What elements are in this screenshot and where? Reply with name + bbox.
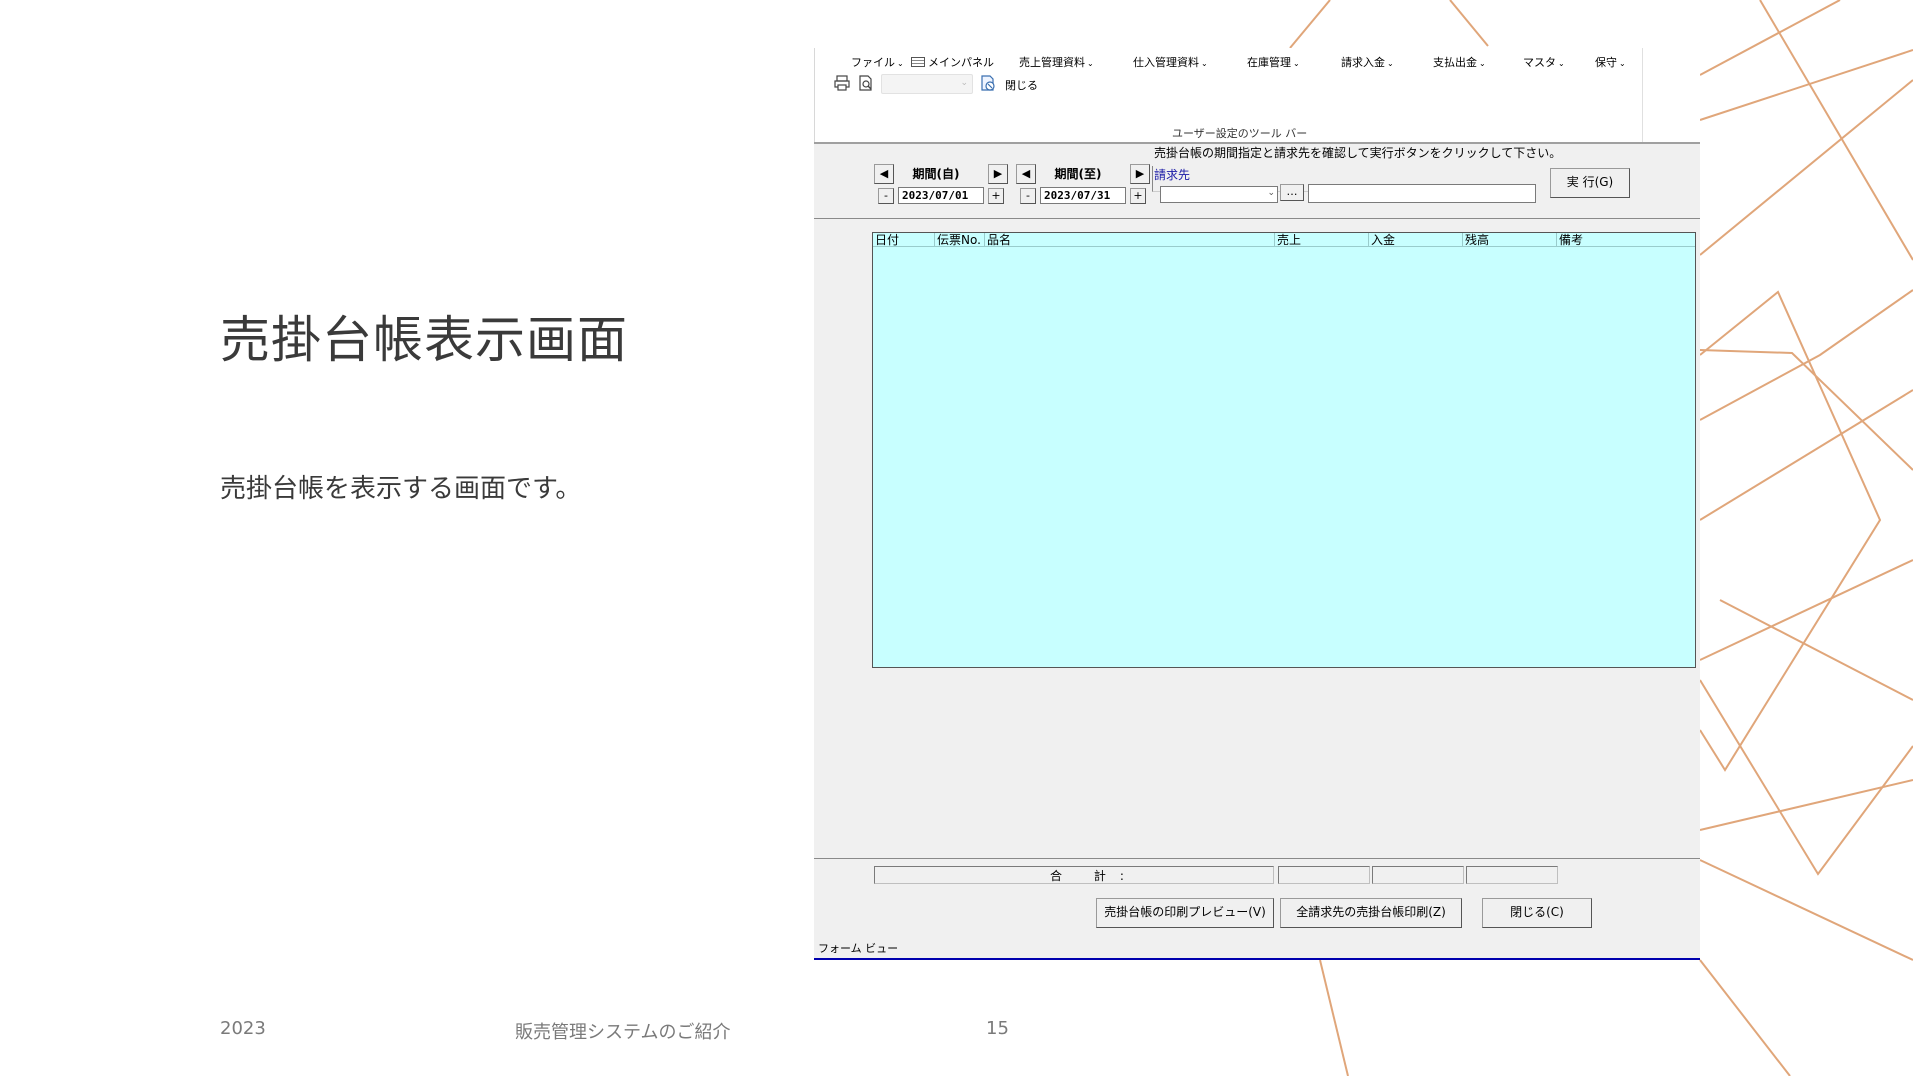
menu-sales-docs[interactable]: 売上管理資料 ⌄ — [1019, 54, 1094, 70]
customer-browse-button[interactable]: … — [1280, 184, 1304, 201]
footer-year: 2023 — [220, 1018, 266, 1039]
period-to-label: 期間(至) — [1054, 167, 1102, 181]
period-from-field[interactable]: 2023/07/01 — [898, 187, 984, 204]
chevron-down-icon: ⌄ — [1087, 59, 1094, 68]
footer-text: 販売管理システムのご紹介 — [515, 1022, 731, 1043]
close-button[interactable]: 閉じる(C) — [1482, 898, 1592, 928]
triangle-left-icon: ◀ — [879, 167, 889, 180]
triangle-right-icon: ▶ — [1135, 167, 1145, 180]
period-from-plus-button[interactable]: + — [988, 188, 1004, 204]
slide-body: 売掛台帳を表示する画面です。 — [220, 474, 582, 504]
total-label: 合 計: — [1050, 869, 1138, 883]
period-to-field[interactable]: 2023/07/31 — [1040, 187, 1126, 204]
period-from-prev-button[interactable]: ◀ — [874, 164, 894, 184]
menu-purchase-docs[interactable]: 仕入管理資料 ⌄ — [1133, 54, 1208, 70]
header-separator — [814, 218, 1700, 219]
chevron-down-icon: ⌄ — [897, 59, 904, 68]
triangle-left-icon: ◀ — [1021, 167, 1031, 180]
customer-label: 請求先 — [1154, 168, 1191, 182]
total-payment-field — [1372, 866, 1464, 884]
period-to-minus-button[interactable]: - — [1020, 188, 1036, 204]
customer-name-field[interactable] — [1308, 184, 1536, 203]
menu-master[interactable]: マスタ ⌄ — [1523, 54, 1565, 70]
menu-inventory[interactable]: 在庫管理 ⌄ — [1247, 54, 1300, 70]
menu-main-panel[interactable]: メインパネル — [911, 54, 994, 70]
period-to-next-button[interactable]: ▶ — [1130, 164, 1150, 184]
col-date: 日付 — [873, 233, 935, 247]
customer-combo[interactable]: ⌄ — [1160, 186, 1278, 203]
print-all-button[interactable]: 全請求先の売掛台帳印刷(Z) — [1280, 898, 1462, 928]
footer-separator — [814, 858, 1700, 859]
print-preview-icon[interactable] — [857, 74, 875, 92]
period-from-next-button[interactable]: ▶ — [988, 164, 1008, 184]
slide-title: 売掛台帳表示画面 — [220, 311, 628, 369]
page-number: 15 — [986, 1018, 1009, 1039]
toolbar-combo: ⌄ — [881, 74, 973, 94]
close-doc-icon[interactable] — [979, 74, 997, 92]
menu-file[interactable]: ファイル ⌄ — [851, 54, 904, 70]
total-sales-field — [1278, 866, 1370, 884]
period-to-plus-button[interactable]: + — [1130, 188, 1146, 204]
period-from-label: 期間(自) — [912, 167, 960, 181]
chevron-down-icon: ⌄ — [1267, 188, 1275, 198]
total-balance-field — [1466, 866, 1558, 884]
menu-maintenance[interactable]: 保守 ⌄ — [1595, 54, 1626, 70]
ledger-grid[interactable]: 日付 伝票No. 品名 売上 入金 残高 備考 — [872, 232, 1696, 668]
ribbon-group-label: ユーザー設定のツール バー — [1172, 127, 1308, 140]
menu-payment[interactable]: 支払出金 ⌄ — [1433, 54, 1486, 70]
chevron-down-icon: ⌄ — [1619, 59, 1626, 68]
ribbon-empty-area — [1642, 48, 1700, 142]
chevron-down-icon: ⌄ — [1293, 59, 1300, 68]
col-balance: 残高 — [1463, 233, 1557, 247]
panel-icon — [911, 57, 925, 67]
triangle-right-icon: ▶ — [993, 167, 1003, 180]
col-remarks: 備考 — [1559, 233, 1584, 247]
app-window: ファイル ⌄ メインパネル 売上管理資料 ⌄ 仕入管理資料 ⌄ 在庫管理 ⌄ 請求入金 ⌄… — [814, 48, 1700, 960]
period-from-minus-button[interactable]: - — [878, 188, 894, 204]
chevron-down-icon: ⌄ — [1201, 59, 1208, 68]
toolbar-close-label[interactable]: 閉じる — [1005, 77, 1038, 93]
col-slip-no: 伝票No. — [935, 233, 985, 247]
status-bar: フォーム ビュー — [814, 936, 1700, 958]
chevron-down-icon: ⌄ — [1479, 59, 1486, 68]
run-button[interactable]: 実 行(G) — [1550, 168, 1630, 198]
col-item-name: 品名 — [985, 233, 1275, 247]
printer-icon[interactable] — [833, 74, 851, 92]
chevron-down-icon: ⌄ — [960, 78, 968, 88]
status-text: フォーム ビュー — [818, 942, 899, 955]
ribbon: ファイル ⌄ メインパネル 売上管理資料 ⌄ 仕入管理資料 ⌄ 在庫管理 ⌄ 請求入金 ⌄… — [814, 48, 1700, 142]
chevron-down-icon: ⌄ — [1558, 59, 1565, 68]
period-to-prev-button[interactable]: ◀ — [1016, 164, 1036, 184]
instruction-text: 売掛台帳の期間指定と請求先を確認して実行ボタンをクリックして下さい。 — [1154, 146, 1562, 160]
print-preview-button[interactable]: 売掛台帳の印刷プレビュー(V) — [1096, 898, 1274, 928]
menu-billing[interactable]: 請求入金 ⌄ — [1341, 54, 1394, 70]
col-sales: 売上 — [1275, 233, 1369, 247]
col-payment: 入金 — [1369, 233, 1463, 247]
chevron-down-icon: ⌄ — [1387, 59, 1394, 68]
status-underline — [814, 958, 1700, 960]
